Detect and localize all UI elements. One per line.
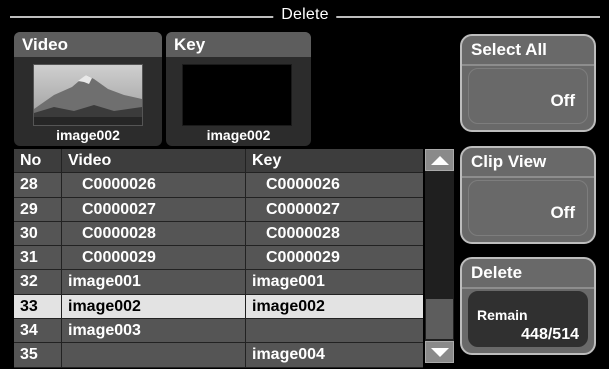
table-row[interactable]: 28 C0000026 C0000026 (14, 173, 423, 198)
table-row[interactable]: 29 C0000027 C0000027 (14, 197, 423, 222)
row-video (62, 343, 246, 368)
table-row[interactable]: 32 image001 image001 (14, 270, 423, 295)
select-all-button[interactable]: Select All Off (460, 34, 596, 132)
key-thumbnail-caption: image002 (206, 127, 271, 143)
table-row[interactable]: 31 C0000029 C0000029 (14, 246, 423, 271)
video-thumbnail-panel: Video image002 (14, 32, 162, 146)
row-video: C0000028 (62, 221, 246, 247)
row-video: C0000029 (62, 246, 246, 271)
row-video: C0000027 (62, 197, 246, 222)
row-key: C0000027 (246, 197, 423, 222)
title-bar: Delete (10, 5, 600, 25)
row-no: 28 (14, 173, 62, 198)
row-key: C0000026 (246, 173, 423, 198)
row-key: image002 (246, 294, 423, 320)
clip-view-body: Off (468, 180, 588, 236)
key-thumbnail-image (182, 64, 292, 126)
row-key: C0000028 (246, 221, 423, 247)
row-no: 29 (14, 197, 62, 222)
select-all-status: Off (550, 91, 575, 110)
col-header-no: No (14, 149, 62, 174)
scroll-thumb[interactable] (426, 299, 453, 339)
clip-view-button[interactable]: Clip View Off (460, 146, 596, 244)
table-header: No Video Key (14, 149, 423, 174)
row-no: 30 (14, 221, 62, 247)
col-header-video: Video (62, 149, 246, 174)
delete-body: Remain 448/514 (468, 291, 588, 347)
table-row[interactable]: 34 image003 (14, 319, 423, 344)
delete-button[interactable]: Delete Remain 448/514 (460, 257, 596, 355)
remain-count: 448/514 (521, 326, 579, 343)
select-all-label: Select All (462, 36, 594, 66)
row-key (246, 319, 423, 344)
remain-label: Remain (477, 307, 528, 323)
video-panel-label: Video (14, 32, 162, 57)
clip-view-status: Off (550, 203, 575, 222)
video-thumbnail-image (33, 64, 143, 126)
table-row[interactable]: 35 image004 (14, 343, 423, 368)
key-panel-label: Key (166, 32, 311, 57)
row-no: 33 (14, 294, 62, 320)
row-key: image004 (246, 343, 423, 368)
scroll-up-button[interactable] (425, 149, 454, 171)
row-key: C0000029 (246, 246, 423, 271)
video-thumbnail-caption: image002 (56, 127, 120, 143)
scroll-down-button[interactable] (425, 341, 454, 363)
table-row-selected[interactable]: 33 image002 image002 (14, 294, 423, 320)
row-video: image003 (62, 319, 246, 344)
table-scrollbar[interactable] (425, 149, 454, 363)
col-header-key: Key (246, 149, 423, 174)
clip-view-label: Clip View (462, 148, 594, 178)
row-video: image002 (62, 294, 246, 320)
row-no: 34 (14, 319, 62, 344)
delete-label: Delete (462, 259, 594, 289)
page-title: Delete (273, 6, 337, 24)
key-thumbnail-panel: Key image002 (166, 32, 311, 146)
row-no: 35 (14, 343, 62, 368)
row-no: 31 (14, 246, 62, 271)
row-video: image001 (62, 270, 246, 295)
arrow-up-icon (430, 156, 449, 165)
table-row[interactable]: 30 C0000028 C0000028 (14, 221, 423, 247)
clip-table: No Video Key 28 C0000026 C0000026 29 C00… (14, 149, 423, 368)
row-no: 32 (14, 270, 62, 295)
row-video: C0000026 (62, 173, 246, 198)
row-key: image001 (246, 270, 423, 295)
select-all-body: Off (468, 68, 588, 124)
scroll-track[interactable] (425, 171, 454, 341)
arrow-down-icon (430, 348, 449, 357)
